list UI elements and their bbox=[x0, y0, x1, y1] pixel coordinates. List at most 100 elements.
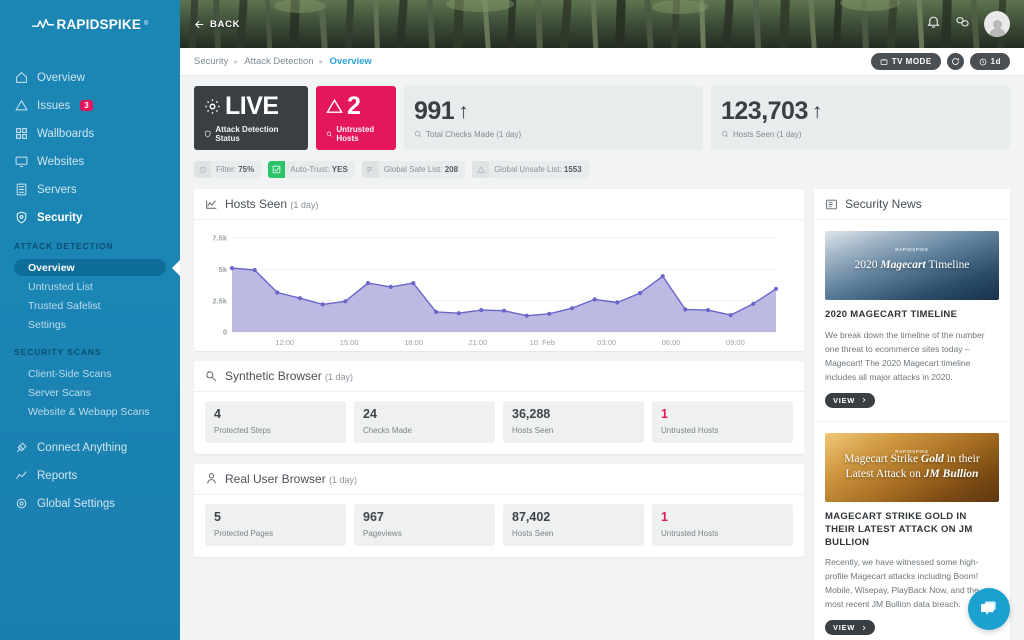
hosts-seen-chart[interactable]: 02.5k5k7.5k12:0015:0018:0021:0010. Feb03… bbox=[194, 220, 804, 351]
chip-global-unsafe-list[interactable]: Global Unsafe List: 1553 bbox=[472, 161, 589, 178]
chart-point bbox=[230, 266, 234, 270]
time-range-button[interactable]: 1d bbox=[970, 53, 1010, 70]
caption-post: Timeline bbox=[926, 259, 970, 271]
dashboard-columns: Hosts Seen (1 day) 02.5k5k7.5k12:0015:00… bbox=[194, 189, 1010, 640]
search-icon bbox=[414, 130, 422, 138]
sidebar-item-website-webapp-scans[interactable]: Website & Webapp Scans bbox=[0, 403, 180, 420]
breadcrumb-attack-detection[interactable]: Attack Detection bbox=[244, 56, 313, 67]
tile-protected-steps[interactable]: 4 Protected Steps bbox=[205, 401, 346, 443]
sidebar-label: Reports bbox=[37, 470, 77, 482]
chart-point bbox=[683, 307, 687, 311]
sidebar-item-wallboards[interactable]: Wallboards bbox=[0, 124, 180, 143]
real-user-browser-panel: Real User Browser (1 day) 5 Protected Pa… bbox=[194, 464, 804, 557]
sidebar-item-overview[interactable]: Overview bbox=[0, 68, 180, 87]
chart-point bbox=[411, 281, 415, 285]
news-thumbnail-magecart-timeline[interactable]: RAPIDSPIKE 2020 Magecart Timeline bbox=[825, 231, 999, 300]
chart-point bbox=[638, 291, 642, 295]
sidebar-nav: Overview Issues 3 Wallboards bbox=[0, 48, 180, 513]
sidebar-item-client-side-scans[interactable]: Client-Side Scans bbox=[0, 365, 180, 382]
sidebar-item-settings[interactable]: Settings bbox=[0, 316, 180, 333]
sidebar-item-connect-anything[interactable]: Connect Anything bbox=[0, 438, 180, 457]
x-axis-label: 18:00 bbox=[404, 338, 423, 347]
tile-value: 24 bbox=[363, 408, 486, 422]
sidebar-item-issues[interactable]: Issues 3 bbox=[0, 96, 180, 115]
hosts-seen-panel: Hosts Seen (1 day) 02.5k5k7.5k12:0015:00… bbox=[194, 189, 804, 351]
panel-title-text: Synthetic Browser bbox=[225, 369, 322, 383]
sidebar-item-servers[interactable]: Servers bbox=[0, 180, 180, 199]
chat-icon bbox=[979, 599, 999, 619]
right-column: Security News RAPIDSPIKE 2020 Magecart T… bbox=[814, 189, 1010, 640]
brand-name: RAPIDSPIKE bbox=[57, 17, 142, 32]
chevron-right-icon bbox=[861, 625, 867, 631]
x-axis-label: 10. Feb bbox=[530, 338, 555, 347]
kpi-hosts-seen[interactable]: 123,703 ↑ Hosts Seen (1 day) bbox=[711, 86, 1010, 150]
panel-period: (1 day) bbox=[290, 200, 318, 210]
news-item[interactable]: RAPIDSPIKE 2020 Magecart Timeline 2020 M… bbox=[814, 220, 1010, 422]
sidebar-item-untrusted-list[interactable]: Untrusted List bbox=[0, 278, 180, 295]
chip-auto-trust[interactable]: Auto-Trust: YES bbox=[268, 161, 355, 178]
news-view-button[interactable]: VIEW bbox=[825, 393, 875, 408]
caption-emphasis: Magecart bbox=[880, 259, 925, 271]
sidebar-item-security[interactable]: Security bbox=[0, 208, 180, 227]
chip-filter[interactable]: Filter: 75% bbox=[194, 161, 261, 178]
tile-label: Untrusted Hosts bbox=[661, 529, 784, 538]
brand-registered: ® bbox=[144, 21, 148, 27]
tile-label: Protected Pages bbox=[214, 529, 337, 538]
sidebar-item-reports[interactable]: Reports bbox=[0, 466, 180, 485]
tile-value: 4 bbox=[214, 408, 337, 422]
kpi-label: Untrusted Hosts bbox=[336, 125, 386, 143]
sidebar-item-server-scans[interactable]: Server Scans bbox=[0, 384, 180, 401]
page-content: LIVE Attack Detection Status 2 Untrusted bbox=[180, 76, 1024, 640]
kpi-total-checks-made[interactable]: 991 ↑ Total Checks Made (1 day) bbox=[404, 86, 703, 150]
tile-hosts-seen[interactable]: 36,288 Hosts Seen bbox=[503, 401, 644, 443]
kpi-attack-detection-status[interactable]: LIVE Attack Detection Status bbox=[194, 86, 308, 150]
chip-global-safe-list[interactable]: Global Safe List: 208 bbox=[362, 161, 465, 178]
kpi-trend-arrow: ↑ bbox=[458, 101, 469, 122]
shield-icon bbox=[204, 130, 211, 138]
kpi-untrusted-hosts[interactable]: 2 Untrusted Hosts bbox=[316, 86, 396, 150]
grid-icon bbox=[14, 127, 28, 141]
kpi-value: LIVE bbox=[225, 94, 279, 119]
speech-bubble-icon[interactable] bbox=[955, 14, 970, 34]
user-avatar[interactable] bbox=[984, 11, 1010, 37]
back-button[interactable]: BACK bbox=[194, 19, 240, 30]
tile-checks-made[interactable]: 24 Checks Made bbox=[354, 401, 495, 443]
x-axis-label: 03:00 bbox=[597, 338, 616, 347]
tile-protected-pages[interactable]: 5 Protected Pages bbox=[205, 504, 346, 546]
sidebar-sub-label: Untrusted List bbox=[28, 281, 93, 293]
x-axis-label: 15:00 bbox=[340, 338, 359, 347]
breadcrumb-security[interactable]: Security bbox=[194, 56, 228, 67]
tile-untrusted-hosts[interactable]: 1 Untrusted Hosts bbox=[652, 401, 793, 443]
caption-emphasis-2: JM Bullion bbox=[924, 468, 979, 480]
tile-pageviews[interactable]: 967 Pageviews bbox=[354, 504, 495, 546]
tile-label: Pageviews bbox=[363, 529, 486, 538]
tile-label: Untrusted Hosts bbox=[661, 426, 784, 435]
breadcrumb-overview[interactable]: Overview bbox=[330, 56, 372, 67]
chat-widget-button[interactable] bbox=[968, 588, 1010, 630]
sidebar-item-websites[interactable]: Websites bbox=[0, 152, 180, 171]
tile-untrusted-hosts[interactable]: 1 Untrusted Hosts bbox=[652, 504, 793, 546]
tv-mode-label: TV MODE bbox=[892, 57, 932, 66]
bell-icon[interactable] bbox=[926, 14, 941, 34]
sidebar-sub-label: Client-Side Scans bbox=[28, 368, 111, 380]
sidebar-item-trusted-safelist[interactable]: Trusted Safelist bbox=[0, 297, 180, 314]
view-label: VIEW bbox=[833, 623, 855, 632]
brand-logo[interactable]: RAPIDSPIKE ® bbox=[0, 0, 180, 48]
synthetic-browser-panel: Synthetic Browser (1 day) 4 Protected St… bbox=[194, 361, 804, 454]
news-view-button[interactable]: VIEW bbox=[825, 620, 875, 635]
chart-area-fill bbox=[232, 268, 776, 332]
chart-point bbox=[389, 285, 393, 289]
tv-mode-button[interactable]: TV MODE bbox=[871, 53, 941, 70]
kpi-value: 991 bbox=[414, 99, 454, 124]
chip-value: 208 bbox=[445, 165, 458, 174]
tile-hosts-seen[interactable]: 87,402 Hosts Seen bbox=[503, 504, 644, 546]
x-axis-label: 06:00 bbox=[662, 338, 681, 347]
thumbnail-brand: RAPIDSPIKE bbox=[825, 449, 999, 454]
news-thumbnail-jm-bullion[interactable]: RAPIDSPIKE Magecart Strike Gold in their… bbox=[825, 433, 999, 502]
news-icon bbox=[825, 198, 838, 211]
sidebar-item-attack-overview[interactable]: Overview bbox=[14, 259, 166, 276]
sidebar-item-global-settings[interactable]: Global Settings bbox=[0, 494, 180, 513]
sidebar-section-title: ATTACK DETECTION bbox=[0, 241, 180, 251]
main-area: BACK Securi bbox=[180, 0, 1024, 640]
refresh-button[interactable] bbox=[947, 53, 964, 70]
